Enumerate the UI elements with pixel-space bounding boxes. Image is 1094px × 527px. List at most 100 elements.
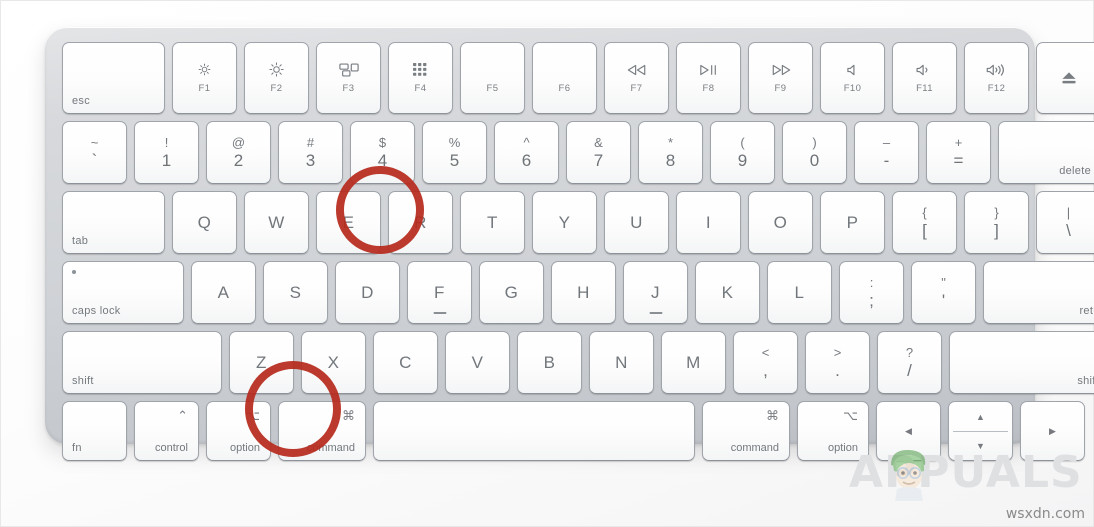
key-return[interactable]: return — [983, 261, 1094, 324]
launchpad-icon — [413, 62, 428, 77]
key-label: Q — [197, 212, 212, 232]
key-backslash[interactable]: | \ — [1036, 191, 1094, 254]
keyboard-row-bottom-letter-row: shiftZXCVBNM< ,> .? /shift — [62, 331, 1094, 394]
key-label: B — [543, 352, 556, 372]
key-shift-right[interactable]: shift — [949, 331, 1094, 394]
key-eight[interactable]: * 8 — [638, 121, 703, 184]
key-k[interactable]: K — [695, 261, 760, 324]
key-f3[interactable]: F3 — [316, 42, 381, 114]
key-label: F3 — [342, 83, 355, 94]
key-g[interactable]: G — [479, 261, 544, 324]
key-lower-label: 8 — [665, 151, 676, 170]
key-f7[interactable]: F7 — [604, 42, 669, 114]
key-label: F12 — [987, 83, 1006, 94]
key-f11[interactable]: F11 — [892, 42, 957, 114]
key-d[interactable]: D — [335, 261, 400, 324]
key-space[interactable] — [373, 401, 695, 461]
key-q[interactable]: Q — [172, 191, 237, 254]
key-six[interactable]: ^ 6 — [494, 121, 559, 184]
key-label: W — [268, 212, 285, 232]
keyboard-row-number-row: ~ `! 1@ 2# 3$ 4% 5^ 6& 7* 8( 9) 0– — [62, 121, 1094, 184]
magic-keyboard: esc F1 F2 F3 F4 F5 F6 F7 F8 F9 F10 F11 F… — [45, 27, 1094, 461]
key-quote[interactable]: " ' — [911, 261, 976, 324]
key-bracket-left[interactable]: { [ — [892, 191, 957, 254]
key-upper-label: { — [922, 205, 927, 220]
key-v[interactable]: V — [445, 331, 510, 394]
key-a[interactable]: A — [191, 261, 256, 324]
key-label: option — [230, 442, 260, 454]
mute-icon — [846, 62, 859, 77]
key-label: T — [487, 212, 498, 232]
key-tab[interactable]: tab — [62, 191, 165, 254]
key-b[interactable]: B — [517, 331, 582, 394]
key-m[interactable]: M — [661, 331, 726, 394]
key-f2[interactable]: F2 — [244, 42, 309, 114]
key-symbol: ⌘ — [342, 408, 355, 423]
appuals-mascot-icon — [891, 449, 926, 501]
key-label: O — [773, 212, 788, 232]
key-one[interactable]: ! 1 — [134, 121, 199, 184]
key-nine[interactable]: ( 9 — [710, 121, 775, 184]
key-period[interactable]: > . — [805, 331, 870, 394]
key-bracket-right[interactable]: } ] — [964, 191, 1029, 254]
key-backtick[interactable]: ~ ` — [62, 121, 127, 184]
key-w[interactable]: W — [244, 191, 309, 254]
key-f10[interactable]: F10 — [820, 42, 885, 114]
key-s[interactable]: S — [263, 261, 328, 324]
key-l[interactable]: L — [767, 261, 832, 324]
key-label: S — [289, 282, 302, 302]
key-y[interactable]: Y — [532, 191, 597, 254]
key-lower-label: ] — [994, 221, 999, 240]
key-upper-label: * — [667, 135, 674, 150]
key-two[interactable]: @ 2 — [206, 121, 271, 184]
keyboard-row-home-row: caps lockA S D FG H JKL: ;" 'return — [62, 261, 1094, 324]
key-p[interactable]: P — [820, 191, 885, 254]
key-control-left[interactable]: ⌃ control — [134, 401, 199, 461]
key-label: F2 — [270, 83, 283, 94]
key-f8[interactable]: F8 — [676, 42, 741, 114]
key-comma[interactable]: < , — [733, 331, 798, 394]
key-lower-label: / — [907, 361, 912, 380]
key-t[interactable]: T — [460, 191, 525, 254]
key-f6[interactable]: F6 — [532, 42, 597, 114]
key-label: shift — [72, 375, 94, 387]
key-lower-label: 6 — [521, 151, 532, 170]
key-c[interactable]: C — [373, 331, 438, 394]
key-label: tab — [72, 235, 89, 247]
key-n[interactable]: N — [589, 331, 654, 394]
key-j[interactable]: J — [623, 261, 688, 324]
key-label: F10 — [843, 83, 862, 94]
key-slash[interactable]: ? / — [877, 331, 942, 394]
key-delete[interactable]: delete — [998, 121, 1094, 184]
key-label: D — [361, 282, 374, 302]
key-esc[interactable]: esc — [62, 42, 165, 114]
key-i[interactable]: I — [676, 191, 741, 254]
key-upper-label: " — [941, 275, 946, 290]
key-equal[interactable]: + = — [926, 121, 991, 184]
key-f5[interactable]: F5 — [460, 42, 525, 114]
key-f9[interactable]: F9 — [748, 42, 813, 114]
key-f[interactable]: F — [407, 261, 472, 324]
key-semicolon[interactable]: : ; — [839, 261, 904, 324]
brightness-up-icon — [268, 62, 285, 77]
key-u[interactable]: U — [604, 191, 669, 254]
key-shift-left[interactable]: shift — [62, 331, 222, 394]
key-caps-lock[interactable]: caps lock — [62, 261, 184, 324]
key-o[interactable]: O — [748, 191, 813, 254]
key-lower-label: 5 — [449, 151, 460, 170]
key-f1[interactable]: F1 — [172, 42, 237, 114]
key-minus[interactable]: – - — [854, 121, 919, 184]
fast-forward-icon — [771, 62, 791, 77]
key-fn[interactable]: fn — [62, 401, 127, 461]
key-h[interactable]: H — [551, 261, 616, 324]
key-f4[interactable]: F4 — [388, 42, 453, 114]
key-seven[interactable]: & 7 — [566, 121, 631, 184]
key-eject[interactable] — [1036, 42, 1094, 114]
key-label: H — [577, 282, 590, 302]
key-f12[interactable]: F12 — [964, 42, 1029, 114]
key-command-right[interactable]: ⌘ command — [702, 401, 790, 461]
key-zero[interactable]: ) 0 — [782, 121, 847, 184]
key-five[interactable]: % 5 — [422, 121, 487, 184]
key-lower-label: 3 — [305, 151, 316, 170]
key-three[interactable]: # 3 — [278, 121, 343, 184]
